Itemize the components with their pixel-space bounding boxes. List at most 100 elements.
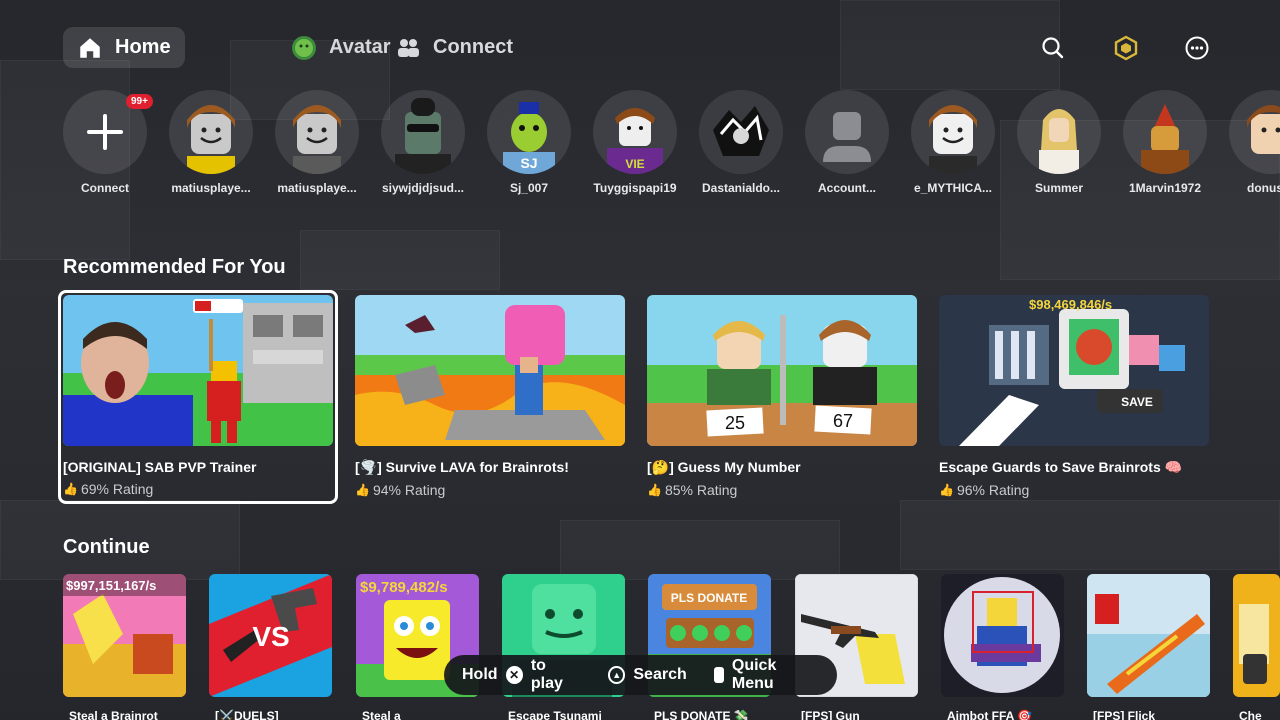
friend-avatar[interactable]: e_MYTHICA... [910,90,996,195]
more-icon[interactable] [1184,35,1210,61]
tile-label: Steal a [362,709,401,720]
cross-button-icon: ✕ [505,666,523,684]
friend-name: Dastanialdo... [701,181,781,195]
avatar-image [187,105,235,174]
tile-thumb-text: VS [252,621,289,652]
friend-name: siywjdjdjsud... [381,181,464,195]
game-card[interactable]: [ORIGINAL] SAB PVP Trainer 👍 69% Rating [58,290,338,504]
thumbs-up-icon: 👍 [939,483,954,497]
avatar-image: VIE [607,108,663,174]
svg-text:SJ: SJ [520,155,537,171]
continue-tile[interactable] [941,574,1064,697]
friend-name: Sj_007 [509,181,549,195]
rating-text: 96% Rating [956,482,1030,498]
continue-tile[interactable]: VS [209,574,332,697]
friend-avatar[interactable]: 1Marvin1972 [1122,90,1208,195]
controller-hint-bar: Hold ✕ to play ▲ Search Quick Menu [444,655,837,695]
avatar-image [929,105,977,174]
game-card[interactable]: 25 67 [🤔] Guess My Number 👍 85% Rating [647,295,917,498]
rating-text: 85% Rating [664,482,738,498]
friend-name: matiusplaye... [171,181,251,195]
options-button-icon [714,667,724,683]
friend-avatar[interactable]: matiusplaye... [168,90,254,195]
game-thumbnail [63,295,333,446]
game-rating: 👍 85% Rating [647,482,917,498]
top-navigation: Home Avatar Connect [63,27,1217,69]
search-icon[interactable] [1040,35,1066,61]
friend-name: 1Marvin1972 [1128,181,1202,195]
friends-row: 99+ Connect matiusplaye... matiusplaye..… [62,90,1280,202]
hint-hold: Hold [462,666,498,683]
tile-label: Escape Tsunami [508,709,602,720]
avatar-image [1039,109,1079,174]
tile-label: Aimbot FFA 🎯 [947,709,1033,720]
nav-home-tab[interactable]: Home [63,27,185,68]
default-avatar-icon [823,112,871,162]
friend-avatar[interactable]: Summer [1016,90,1102,195]
friend-avatar[interactable]: siywjdjdjsud... [380,90,466,195]
tile-label: Steal a Brainrot [69,709,158,720]
tile-label: [⚔️DUELS] [215,709,279,720]
game-thumbnail: 25 67 [647,295,917,446]
continue-heading: Continue [63,536,150,558]
friend-name: Tuyggispapi19 [593,181,677,195]
connect-button[interactable]: 99+ Connect [62,90,153,195]
avatar-image: SJ [503,102,555,174]
thumb-save: SAVE [1121,395,1153,409]
game-card[interactable]: $98,469,846/s SAVE Escape Guards to Save… [939,295,1209,498]
people-icon [398,38,419,57]
friend-name: donusfir [1247,181,1280,195]
game-rating: 👍 96% Rating [939,482,1209,498]
thumbs-up-icon: 👍 [355,483,370,497]
friend-avatar[interactable]: Account... [804,90,890,195]
robux-icon[interactable] [1113,35,1139,61]
tile-label: PLS DONATE 💸 [654,709,749,720]
home-icon [80,37,100,58]
friend-avatar[interactable]: matiusplaye... [274,90,360,195]
nav-home-label: Home [115,36,171,58]
game-title: Escape Guards to Save Brainrots 🧠 [939,459,1183,475]
thumbs-up-icon: 👍 [647,483,662,497]
avatar-icon [292,35,316,60]
tile-label: [FPS] Flick [1093,709,1156,720]
game-title: [🌪️] Survive LAVA for Brainrots! [355,459,569,475]
tile-thumb-text: $9,789,482/s [360,579,448,596]
thumb-number-left: 25 [725,413,745,433]
tile-label: Che [1239,709,1262,720]
continue-tile[interactable]: $997,151,167/s [63,574,186,697]
game-thumbnail: $98,469,846/s SAVE [939,295,1209,446]
recommended-heading: Recommended For You [63,256,286,278]
continue-tile[interactable] [1233,574,1280,697]
nav-connect-label: Connect [433,36,513,58]
avatar-image [699,90,783,174]
friend-name: e_MYTHICA... [913,181,992,195]
game-title: [🤔] Guess My Number [647,459,801,475]
friend-name: Account... [817,181,876,195]
triangle-button-icon: ▲ [607,666,626,684]
friend-name: Summer [1034,181,1084,195]
friend-name: matiusplaye... [277,181,357,195]
continue-tile[interactable] [1087,574,1210,697]
tile-thumb-text: PLS DONATE [671,591,747,605]
friend-avatar[interactable]: VIE Tuyggispapi19 [592,90,678,195]
avatar-image [1247,105,1280,154]
hint-search: Search [633,666,687,683]
game-card[interactable]: [🌪️] Survive LAVA for Brainrots! 👍 94% Ra… [355,295,625,498]
friend-name: Connect [81,181,129,195]
hint-quick-menu: Quick Menu [731,657,777,692]
rating-text: 94% Rating [372,482,446,498]
game-rating: 👍 94% Rating [355,482,625,498]
friend-avatar[interactable]: Dastanialdo... [698,90,784,195]
notification-badge: 99+ [126,94,153,109]
thumb-number-right: 67 [833,411,853,431]
avatar-image [1141,104,1189,174]
nav-connect-tab[interactable]: Connect [381,27,527,68]
hint-to-play: to play [530,657,563,692]
tile-thumb-text: $997,151,167/s [66,578,156,593]
avatar-image [293,105,341,174]
friend-avatar[interactable]: donusfir [1228,90,1280,195]
avatar-image [395,98,451,174]
game-thumbnail [355,295,625,446]
friend-avatar[interactable]: SJ Sj_007 [486,90,572,195]
svg-text:VIE: VIE [625,157,644,171]
